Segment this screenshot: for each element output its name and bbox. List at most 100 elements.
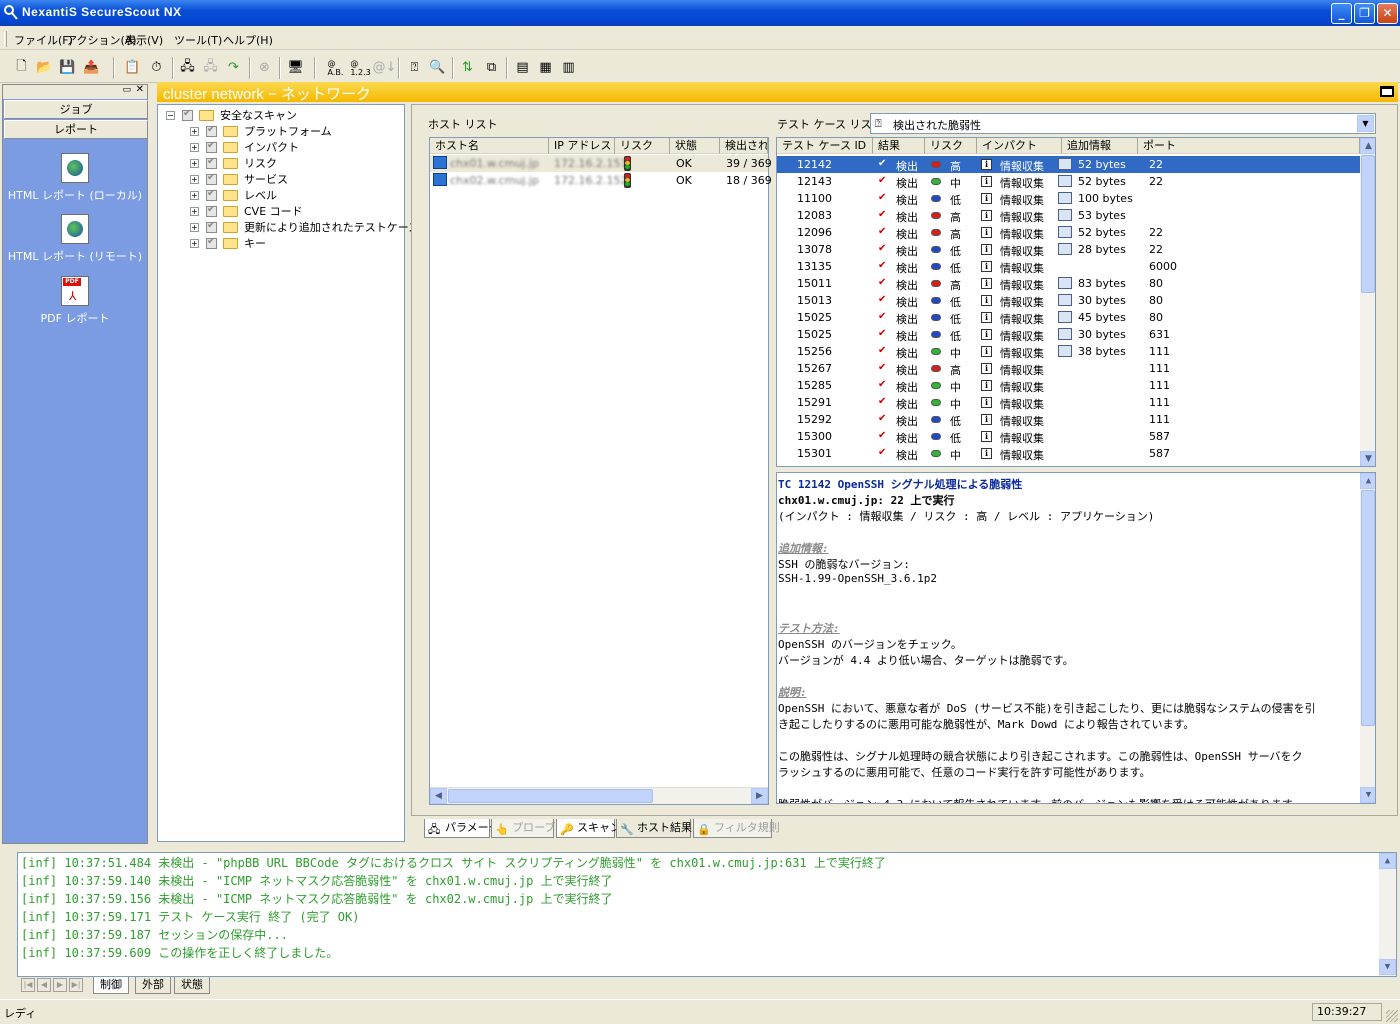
scroll-down-icon[interactable]: ▼: [1379, 959, 1396, 975]
col-status[interactable]: 状態: [670, 138, 720, 154]
scroll-thumb[interactable]: [1361, 155, 1375, 293]
col-result[interactable]: 結果: [873, 138, 925, 154]
tc-row[interactable]: 13135 ✔ 検出 低 i 情報収集 6000: [777, 258, 1360, 275]
next-icon[interactable]: ▶: [53, 978, 67, 992]
tab-external[interactable]: 外部: [135, 977, 171, 994]
host-row[interactable]: chx02.w.cmuj.jp 172.16.2.152 OK 18 / 369: [430, 172, 772, 189]
scroll-thumb[interactable]: [1361, 490, 1375, 726]
host-hscrollbar[interactable]: ◀ ▶: [430, 787, 768, 804]
tab-probe[interactable]: 👆 プローブ: [491, 819, 555, 838]
tab-control[interactable]: 制御: [93, 977, 129, 994]
dropdown-arrow-icon[interactable]: ▼: [1357, 115, 1374, 132]
col-port[interactable]: ポート: [1138, 138, 1360, 154]
tree-item[interactable]: +サービス: [190, 171, 288, 187]
tc-vscrollbar[interactable]: ▲ ▼: [1360, 138, 1375, 466]
tc-row[interactable]: 15291 ✔ 検出 中 i 情報収集 111: [777, 394, 1360, 411]
tab-scan[interactable]: 🔑 スキャン: [556, 819, 621, 838]
help-icon[interactable]: ⍰: [403, 56, 426, 79]
tree-item[interactable]: +キー: [190, 235, 266, 251]
tc-row[interactable]: 15267 ✔ 検出 高 i 情報収集 111: [777, 360, 1360, 377]
html-report-local[interactable]: HTML レポート (ローカル): [3, 153, 147, 203]
pdf-report[interactable]: PDF ⅄ PDF レポート: [3, 276, 147, 326]
tree-item[interactable]: +リスク: [190, 155, 277, 171]
tree-item[interactable]: +CVE コード: [190, 203, 303, 219]
sort-desc-icon[interactable]: @↓: [373, 56, 397, 79]
scan-hosts-icon[interactable]: 🖧: [176, 56, 199, 79]
scroll-up-icon[interactable]: ▲: [1379, 853, 1396, 869]
tree-item[interactable]: +更新により追加されたテストケース: [190, 219, 419, 235]
tree-item[interactable]: +レベル: [190, 187, 277, 203]
save-icon[interactable]: 💾: [56, 56, 79, 79]
tc-filter-select[interactable]: ⍰ 検出された脆弱性 ▼: [870, 113, 1376, 134]
menu-tools[interactable]: ツール(T): [174, 32, 222, 48]
tab-report[interactable]: レポート: [4, 120, 148, 139]
col-impact[interactable]: インパクト: [977, 138, 1062, 154]
tc-row[interactable]: 12142 ✔ 検出 高 i 情報収集 52 bytes 22: [777, 156, 1360, 173]
tc-row[interactable]: 15011 ✔ 検出 高 i 情報収集 83 bytes 80: [777, 275, 1360, 292]
menu-help[interactable]: ヘルプ(H): [223, 32, 273, 48]
html-report-remote[interactable]: HTML レポート (リモート): [3, 214, 147, 264]
restore-icon[interactable]: [1380, 86, 1394, 97]
col-found[interactable]: 検出され: [720, 138, 768, 154]
col-risk[interactable]: リスク: [615, 138, 670, 154]
scroll-down-icon[interactable]: ▼: [1360, 451, 1375, 466]
tc-row[interactable]: 12143 ✔ 検出 中 i 情報収集 52 bytes 22: [777, 173, 1360, 190]
tc-row[interactable]: 11100 ✔ 検出 低 i 情報収集 100 bytes: [777, 190, 1360, 207]
layout-2-icon[interactable]: ▦: [534, 56, 557, 79]
tc-row[interactable]: 13078 ✔ 検出 低 i 情報収集 28 bytes 22: [777, 241, 1360, 258]
scroll-up-icon[interactable]: ▲: [1360, 138, 1375, 154]
first-icon[interactable]: |◀: [21, 978, 35, 992]
tab-parameters[interactable]: 🖧 パラメータ: [424, 819, 500, 838]
layout-1-icon[interactable]: ▤: [511, 56, 534, 79]
tc-row[interactable]: 15301 ✔ 検出 中 i 情報収集 587: [777, 445, 1360, 462]
sort-alpha-icon[interactable]: @ A.B.: [324, 56, 347, 79]
scroll-up-icon[interactable]: ▲: [1360, 473, 1375, 489]
scheduler-icon[interactable]: ⏱: [145, 56, 168, 79]
scroll-left-icon[interactable]: ◀: [430, 788, 447, 804]
tab-host-results[interactable]: 🔧 ホスト結果: [616, 819, 692, 838]
scroll-down-icon[interactable]: ▼: [1360, 787, 1375, 803]
menu-view[interactable]: 表示(V): [125, 32, 163, 48]
resize-grip-icon[interactable]: [1386, 1010, 1398, 1022]
tc-row[interactable]: 15025 ✔ 検出 低 i 情報収集 30 bytes 631: [777, 326, 1360, 343]
col-risk[interactable]: リスク: [925, 138, 977, 154]
window-icon[interactable]: ⧉: [480, 56, 503, 79]
minimize-button[interactable]: _: [1331, 3, 1352, 24]
pane-close-icon[interactable]: ✕: [136, 84, 144, 95]
close-button[interactable]: ✕: [1377, 3, 1398, 24]
col-ip[interactable]: IP アドレス: [549, 138, 615, 154]
scroll-thumb[interactable]: [448, 789, 653, 803]
tree-item[interactable]: +インパクト: [190, 139, 299, 155]
tab-job[interactable]: ジョブ: [4, 100, 148, 119]
menu-file[interactable]: ファイル(F): [14, 32, 73, 48]
network-icon[interactable]: 🖧: [199, 56, 222, 79]
host-row[interactable]: chx01.w.cmuj.jp 172.16.2.151 OK 39 / 369: [430, 155, 772, 172]
scroll-right-icon[interactable]: ▶: [751, 788, 768, 804]
col-hostname[interactable]: ホスト名: [430, 138, 549, 154]
layout-3-icon[interactable]: ▥: [557, 56, 580, 79]
tab-state[interactable]: 状態: [174, 977, 210, 994]
monitor-icon[interactable]: 🖥: [284, 56, 307, 79]
view-icon[interactable]: 🔍: [426, 56, 449, 79]
tc-row[interactable]: 15256 ✔ 検出 中 i 情報収集 38 bytes 111: [777, 343, 1360, 360]
tc-row[interactable]: 15025 ✔ 検出 低 i 情報収集 45 bytes 80: [777, 309, 1360, 326]
col-tc-id[interactable]: テスト ケース ID: [777, 138, 873, 154]
detail-vscrollbar[interactable]: ▲ ▼: [1360, 473, 1375, 803]
tc-row[interactable]: 15300 ✔ 検出 低 i 情報収集 587: [777, 428, 1360, 445]
col-extra[interactable]: 追加情報: [1062, 138, 1138, 154]
last-icon[interactable]: ▶|: [69, 978, 83, 992]
tc-row[interactable]: 12083 ✔ 検出 高 i 情報収集 53 bytes: [777, 207, 1360, 224]
tree-item[interactable]: +プラットフォーム: [190, 123, 332, 139]
tc-row[interactable]: 15285 ✔ 検出 中 i 情報収集 111: [777, 377, 1360, 394]
new-file-icon[interactable]: 🗋: [10, 56, 33, 79]
export-icon[interactable]: 📤: [80, 56, 103, 79]
maximize-button[interactable]: ❐: [1354, 3, 1375, 24]
sort-numeric-icon[interactable]: @1.2.3: [349, 56, 372, 79]
tc-row[interactable]: 15013 ✔ 検出 低 i 情報収集 30 bytes 80: [777, 292, 1360, 309]
pin-icon[interactable]: ▭: [122, 85, 131, 95]
tree-root[interactable]: −安全なスキャン: [166, 107, 297, 123]
log-vscrollbar[interactable]: ▲ ▼: [1379, 853, 1396, 976]
prev-icon[interactable]: ◀: [37, 978, 51, 992]
tab-filter-rules[interactable]: 🔒 フィルタ規則: [693, 819, 780, 838]
redo-icon[interactable]: ↷: [222, 56, 245, 79]
